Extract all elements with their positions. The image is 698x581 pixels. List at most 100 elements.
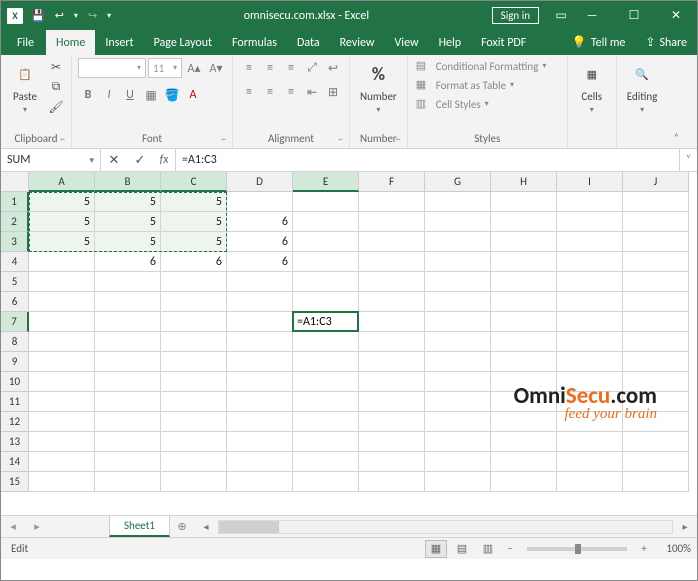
cell-E1[interactable]: [293, 192, 359, 212]
cell-B11[interactable]: [95, 392, 161, 412]
sheet-nav-next-icon[interactable]: ▸: [25, 516, 49, 537]
underline-button[interactable]: U: [120, 85, 140, 105]
new-sheet-button[interactable]: ⊕: [170, 516, 194, 537]
cell-H15[interactable]: [491, 472, 557, 492]
column-header-D[interactable]: D: [227, 172, 293, 192]
cell-F12[interactable]: [359, 412, 425, 432]
close-button[interactable]: ✕: [655, 1, 697, 30]
file-tab[interactable]: File: [5, 30, 46, 55]
foxit-tab[interactable]: Foxit PDF: [471, 30, 536, 55]
row-header-5[interactable]: 5: [1, 272, 29, 292]
cell-C11[interactable]: [161, 392, 227, 412]
cell-D10[interactable]: [227, 372, 293, 392]
page-break-view-icon[interactable]: ▥: [477, 540, 499, 558]
cell-A10[interactable]: [29, 372, 95, 392]
cell-G5[interactable]: [425, 272, 491, 292]
cell-G6[interactable]: [425, 292, 491, 312]
cell-G11[interactable]: [425, 392, 491, 412]
hscroll-thumb[interactable]: [219, 521, 279, 533]
column-header-B[interactable]: B: [95, 172, 161, 192]
zoom-in-icon[interactable]: +: [637, 542, 651, 555]
cell-B14[interactable]: [95, 452, 161, 472]
scroll-right-icon[interactable]: ▸: [677, 519, 693, 535]
cell-E4[interactable]: [293, 252, 359, 272]
cell-E10[interactable]: [293, 372, 359, 392]
cell-H8[interactable]: [491, 332, 557, 352]
cell-D2[interactable]: 6: [227, 212, 293, 232]
cell-J7[interactable]: [623, 312, 689, 332]
cell-I4[interactable]: [557, 252, 623, 272]
cell-I9[interactable]: [557, 352, 623, 372]
cell-B10[interactable]: [95, 372, 161, 392]
data-tab[interactable]: Data: [287, 30, 330, 55]
format-as-table-button[interactable]: ▦Format as Table▾: [414, 77, 516, 93]
cell-E12[interactable]: [293, 412, 359, 432]
cell-F5[interactable]: [359, 272, 425, 292]
select-all-button[interactable]: [1, 172, 29, 192]
zoom-knob[interactable]: [575, 544, 581, 554]
cell-J6[interactable]: [623, 292, 689, 312]
normal-view-icon[interactable]: ▦: [425, 540, 447, 558]
cell-D1[interactable]: [227, 192, 293, 212]
expand-formula-bar-icon[interactable]: ˅: [679, 149, 697, 171]
page-layout-tab[interactable]: Page Layout: [144, 30, 222, 55]
border-button[interactable]: ▦: [141, 85, 161, 105]
orientation-icon[interactable]: ⤢: [302, 58, 322, 78]
copy-icon[interactable]: ⧉: [47, 78, 65, 96]
cell-E14[interactable]: [293, 452, 359, 472]
cell-H5[interactable]: [491, 272, 557, 292]
formulas-tab[interactable]: Formulas: [222, 30, 287, 55]
cell-B8[interactable]: [95, 332, 161, 352]
cell-E8[interactable]: [293, 332, 359, 352]
cell-G9[interactable]: [425, 352, 491, 372]
cell-D12[interactable]: [227, 412, 293, 432]
cell-C8[interactable]: [161, 332, 227, 352]
cell-H4[interactable]: [491, 252, 557, 272]
enter-formula-icon[interactable]: ✓: [127, 153, 153, 168]
cell-I2[interactable]: [557, 212, 623, 232]
cell-D8[interactable]: [227, 332, 293, 352]
merge-center-icon[interactable]: ⊞: [323, 82, 343, 102]
sheet-nav-prev-icon[interactable]: ◂: [1, 516, 25, 537]
row-header-8[interactable]: 8: [1, 332, 29, 352]
cell-C3[interactable]: 5: [161, 232, 227, 252]
cell-E3[interactable]: [293, 232, 359, 252]
cell-F11[interactable]: [359, 392, 425, 412]
align-bottom-icon[interactable]: ≡: [281, 58, 301, 78]
align-center-icon[interactable]: ≡: [260, 82, 280, 102]
column-header-H[interactable]: H: [491, 172, 557, 192]
cell-D13[interactable]: [227, 432, 293, 452]
cell-J13[interactable]: [623, 432, 689, 452]
row-header-9[interactable]: 9: [1, 352, 29, 372]
cell-B5[interactable]: [95, 272, 161, 292]
align-right-icon[interactable]: ≡: [281, 82, 301, 102]
collapse-ribbon-icon[interactable]: ˄: [667, 55, 685, 148]
row-header-10[interactable]: 10: [1, 372, 29, 392]
cell-A7[interactable]: [29, 312, 95, 332]
sheet-tab-sheet1[interactable]: Sheet1: [109, 516, 170, 537]
cell-F14[interactable]: [359, 452, 425, 472]
cell-G13[interactable]: [425, 432, 491, 452]
cell-A3[interactable]: 5: [29, 232, 95, 252]
cell-D7[interactable]: [227, 312, 293, 332]
cell-B6[interactable]: [95, 292, 161, 312]
cell-F4[interactable]: [359, 252, 425, 272]
cell-C10[interactable]: [161, 372, 227, 392]
editing-button[interactable]: 🔍 Editing ▾: [623, 58, 662, 117]
cell-A5[interactable]: [29, 272, 95, 292]
cell-E13[interactable]: [293, 432, 359, 452]
row-header-7[interactable]: 7: [1, 312, 29, 332]
cell-G14[interactable]: [425, 452, 491, 472]
cell-H1[interactable]: [491, 192, 557, 212]
cell-C4[interactable]: 6: [161, 252, 227, 272]
cell-H13[interactable]: [491, 432, 557, 452]
row-header-3[interactable]: 3: [1, 232, 29, 252]
dialog-launcher-icon[interactable]: ⌐: [61, 134, 65, 145]
align-left-icon[interactable]: ≡: [239, 82, 259, 102]
align-middle-icon[interactable]: ≡: [260, 58, 280, 78]
wrap-text-icon[interactable]: ↩: [323, 58, 343, 78]
cell-J3[interactable]: [623, 232, 689, 252]
cell-D9[interactable]: [227, 352, 293, 372]
cell-D5[interactable]: [227, 272, 293, 292]
cell-F8[interactable]: [359, 332, 425, 352]
